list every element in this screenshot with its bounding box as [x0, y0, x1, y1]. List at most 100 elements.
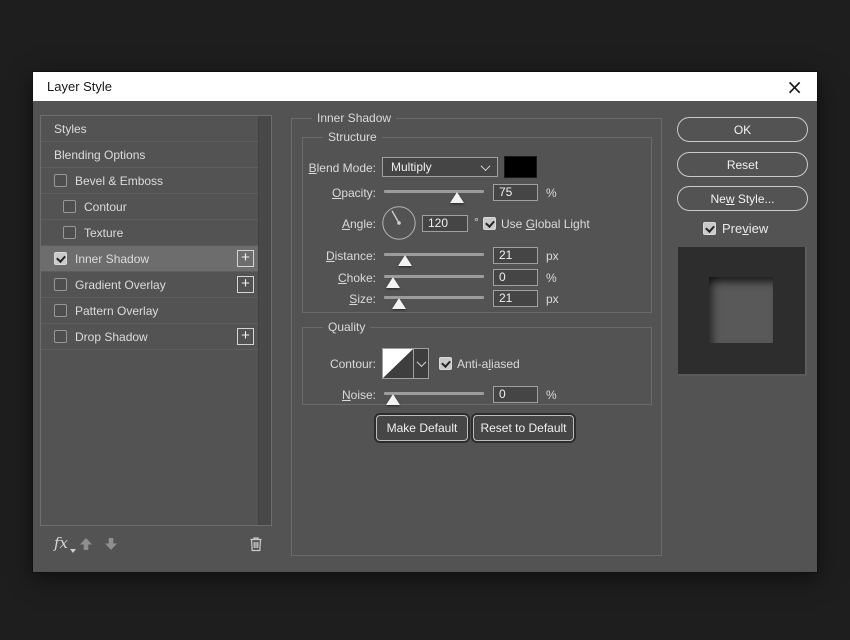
dialog-titlebar[interactable]: Layer Style ×	[33, 72, 817, 101]
checkbox-pattern-overlay[interactable]	[54, 304, 67, 317]
sidebar-item-texture[interactable]: Texture	[41, 220, 258, 246]
opacity-unit: %	[546, 186, 557, 200]
sidebar-scrollbar[interactable]	[258, 116, 271, 525]
add-effect-icon[interactable]: +	[237, 250, 254, 267]
fx-caret-icon	[70, 549, 76, 553]
opacity-slider-track[interactable]	[384, 190, 484, 193]
chevron-down-icon	[416, 357, 426, 367]
distance-slider[interactable]	[384, 253, 484, 267]
checkbox-inner-shadow[interactable]	[54, 252, 67, 265]
shadow-color-swatch[interactable]	[504, 156, 537, 178]
sidebar-item-pattern-overlay[interactable]: Pattern Overlay	[41, 298, 258, 324]
delete-effect-button[interactable]	[248, 535, 264, 552]
close-icon[interactable]: ×	[786, 78, 803, 96]
size-label: Size:	[303, 292, 376, 306]
choke-slider[interactable]	[384, 275, 484, 289]
new-style-button[interactable]: New Style...	[677, 186, 808, 211]
checkbox-contour[interactable]	[63, 200, 76, 213]
blend-mode-value: Multiply	[391, 160, 432, 174]
checkbox-bevel-emboss[interactable]	[54, 174, 67, 187]
contour-picker[interactable]	[382, 348, 429, 379]
opacity-input[interactable]: 75	[493, 184, 538, 201]
sidebar-item-label: Inner Shadow	[75, 252, 149, 266]
opacity-label: Opacity:	[303, 186, 376, 200]
reset-button[interactable]: Reset	[677, 152, 808, 177]
quality-group-title: Quality	[323, 320, 370, 334]
sidebar-item-contour[interactable]: Contour	[41, 194, 258, 220]
inner-shadow-panel: Inner Shadow Structure Blend Mode: Multi…	[291, 118, 662, 556]
angle-dial-icon	[381, 205, 417, 241]
distance-input[interactable]: 21	[493, 247, 538, 264]
choke-slider-thumb[interactable]	[386, 277, 400, 288]
sidebar-item-drop-shadow[interactable]: Drop Shadow +	[41, 324, 258, 350]
make-default-button[interactable]: Make Default	[376, 415, 468, 441]
contour-dropdown-button[interactable]	[413, 349, 428, 378]
reset-to-default-button[interactable]: Reset to Default	[473, 415, 574, 441]
angle-unit: °	[474, 215, 479, 229]
noise-slider[interactable]	[384, 392, 484, 406]
styles-list: Styles Blending Options Bevel & Emboss C…	[40, 115, 272, 526]
preview-label: Preview	[722, 221, 768, 236]
preview-checkbox[interactable]	[703, 222, 716, 235]
distance-slider-thumb[interactable]	[398, 255, 412, 266]
sidebar-item-label: Bevel & Emboss	[75, 174, 163, 188]
structure-group-title: Structure	[323, 130, 382, 144]
opacity-slider-thumb[interactable]	[450, 192, 464, 203]
checkbox-texture[interactable]	[63, 226, 76, 239]
anti-aliased-label: Anti-aliased	[457, 357, 520, 371]
fx-menu-button[interactable]: fx	[54, 534, 68, 553]
sidebar-item-label: Blending Options	[54, 148, 145, 162]
ok-button[interactable]: OK	[677, 117, 808, 142]
checkbox-drop-shadow[interactable]	[54, 330, 67, 343]
structure-group: Structure Blend Mode: Multiply Opacity: …	[302, 137, 652, 313]
sidebar-item-label: Gradient Overlay	[75, 278, 166, 292]
sidebar-item-bevel-emboss[interactable]: Bevel & Emboss	[41, 168, 258, 194]
sidebar-item-gradient-overlay[interactable]: Gradient Overlay +	[41, 272, 258, 298]
distance-unit: px	[546, 249, 559, 263]
choke-input[interactable]: 0	[493, 269, 538, 286]
sidebar-item-blending-options[interactable]: Blending Options	[41, 142, 258, 168]
noise-slider-thumb[interactable]	[386, 394, 400, 405]
anti-aliased-checkbox[interactable]	[439, 357, 452, 370]
distance-label: Distance:	[303, 249, 376, 263]
opacity-slider[interactable]	[384, 190, 484, 204]
trash-icon	[248, 535, 264, 552]
size-input[interactable]: 21	[493, 290, 538, 307]
sidebar-item-label: Contour	[84, 200, 127, 214]
sidebar-item-inner-shadow[interactable]: Inner Shadow +	[41, 246, 258, 272]
size-unit: px	[546, 292, 559, 306]
blend-mode-label: Blend Mode:	[303, 161, 376, 175]
style-preview-thumbnail	[678, 247, 807, 376]
contour-label: Contour:	[303, 357, 376, 371]
add-effect-icon[interactable]: +	[237, 276, 254, 293]
move-effect-down-button[interactable]	[104, 537, 118, 551]
noise-input[interactable]: 0	[493, 386, 538, 403]
sidebar-item-label: Drop Shadow	[75, 330, 148, 344]
preview-inner-shadow-square	[709, 277, 773, 343]
size-slider[interactable]	[384, 296, 484, 310]
sidebar-item-styles[interactable]: Styles	[41, 116, 258, 142]
sidebar-item-label: Texture	[84, 226, 123, 240]
new-style-label: New Style...	[710, 192, 774, 206]
chevron-down-icon	[481, 161, 491, 171]
arrow-down-icon	[104, 537, 118, 551]
fx-icon: fx	[54, 534, 68, 552]
angle-dial[interactable]	[381, 205, 417, 241]
layer-style-dialog: Layer Style × Styles Blending Options Be…	[33, 72, 817, 572]
arrow-up-icon	[79, 537, 93, 551]
contour-thumbnail-icon[interactable]	[383, 349, 413, 378]
choke-label: Choke:	[303, 271, 376, 285]
angle-input[interactable]: 120	[422, 215, 468, 232]
angle-label: Angle:	[303, 217, 376, 231]
styles-rows: Styles Blending Options Bevel & Emboss C…	[41, 116, 258, 350]
move-effect-up-button[interactable]	[79, 537, 93, 551]
use-global-light-checkbox[interactable]	[483, 217, 496, 230]
panel-title: Inner Shadow	[312, 111, 396, 125]
dialog-title: Layer Style	[47, 79, 112, 94]
sidebar-item-label: Styles	[54, 122, 87, 136]
blend-mode-select[interactable]: Multiply	[382, 157, 498, 177]
sidebar-item-label: Pattern Overlay	[75, 304, 158, 318]
size-slider-thumb[interactable]	[392, 298, 406, 309]
add-effect-icon[interactable]: +	[237, 328, 254, 345]
checkbox-gradient-overlay[interactable]	[54, 278, 67, 291]
